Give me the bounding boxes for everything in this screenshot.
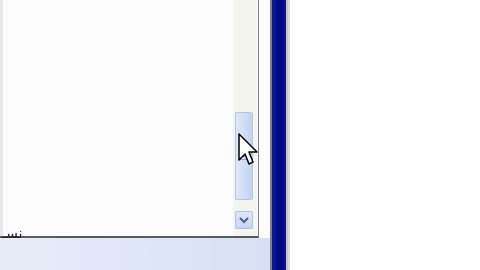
- panel-left-edge: [0, 0, 3, 236]
- mouse-pointer-icon: [238, 133, 258, 165]
- vertical-scrollbar[interactable]: [233, 0, 257, 236]
- right-panel: [288, 0, 480, 270]
- screen: نسـ: [0, 0, 480, 270]
- bottom-bar: [0, 238, 270, 270]
- chevron-down-icon: [239, 217, 249, 224]
- list-panel[interactable]: نسـ: [0, 0, 259, 240]
- window-splitter[interactable]: [270, 0, 288, 270]
- left-window: نسـ: [0, 0, 270, 270]
- scroll-down-button[interactable]: [235, 211, 253, 229]
- splitter-bar: [276, 0, 284, 270]
